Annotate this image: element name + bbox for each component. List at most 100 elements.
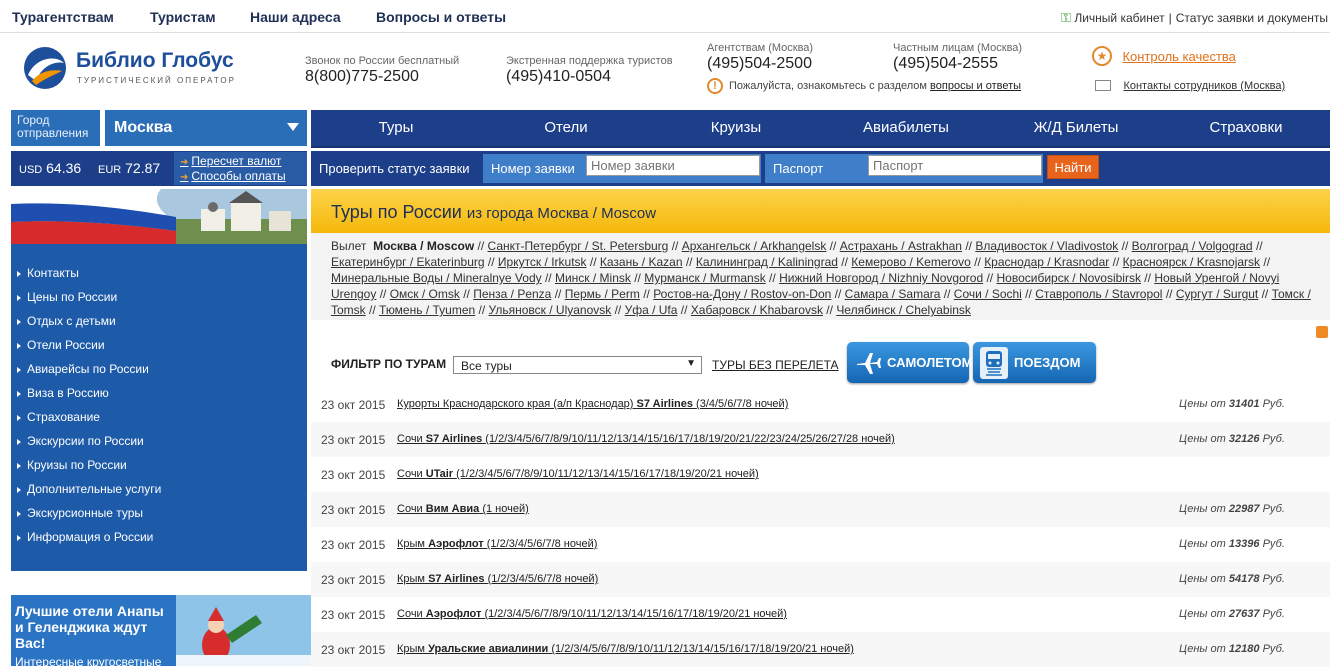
tour-price-value: 54178 <box>1228 573 1260 585</box>
departure-city-link[interactable]: Иркутск / Irkutsk <box>498 255 587 269</box>
tour-filter-select[interactable]: Все туры ▼ <box>453 356 702 374</box>
departure-city-link[interactable]: Минеральные Воды / Mineralnye Vody <box>331 271 542 285</box>
promo-text-2: Интересные кругосветные <box>15 655 162 666</box>
departure-city-link[interactable]: Ростов-на-Дону / Rostov-on-Don <box>653 287 831 301</box>
tour-row: 23 окт 2015 Крым S7 Airlines (1/2/3/4/5/6… <box>311 562 1330 597</box>
departure-city-link[interactable]: Пенза / Penza <box>473 287 551 301</box>
departure-city-link[interactable]: Сочи / Sochi <box>954 287 1022 301</box>
departure-city-link[interactable]: Красноярск / Krasnojarsk <box>1123 255 1260 269</box>
by-plane-label: САМОЛЕТОМ <box>887 355 973 370</box>
departure-city-link[interactable]: Екатеринбург / Ekaterinburg <box>331 255 485 269</box>
logo[interactable]: Библио Глобус ТУРИСТИЧЕСКИЙ ОПЕРАТОР <box>22 45 262 91</box>
tour-price: Цены от 54178 Руб. <box>1179 573 1285 585</box>
staff-contacts-link[interactable]: Контакты сотрудников (Москва) <box>1123 80 1285 92</box>
menu-tours[interactable]: Туры <box>311 119 481 136</box>
chevron-down-icon[interactable] <box>287 123 299 131</box>
departure-city-link[interactable]: Уфа / Ufa <box>625 303 678 317</box>
sidebar-item-hotels[interactable]: Отели России <box>17 338 105 352</box>
departure-city-link[interactable]: Мурманск / Murmansk <box>644 271 765 285</box>
order-number-label: Номер заявки <box>491 161 575 176</box>
departure-city-link[interactable]: Минск / Minsk <box>555 271 631 285</box>
promo-banner[interactable]: Лучшие отели Анапы и Геленджика ждут Вас… <box>11 595 311 666</box>
sidebar-item-insurance[interactable]: Страхование <box>17 410 100 424</box>
quality-control[interactable]: ★ Контроль качества <box>1092 46 1236 66</box>
departure-city-link[interactable]: Санкт-Петербург / St. Petersburg <box>488 239 669 253</box>
departure-city-link[interactable]: Пермь / Perm <box>565 287 640 301</box>
order-status-link[interactable]: Статус заявки и документы <box>1176 11 1328 25</box>
departure-city-link[interactable]: Тюмень / Tyumen <box>379 303 475 317</box>
by-train-button[interactable]: ПОЕЗДОМ <box>973 342 1096 383</box>
quality-control-link[interactable]: Контроль качества <box>1122 49 1235 64</box>
departure-city-link[interactable]: Нижний Новгород / Nizhniy Novgorod <box>779 271 983 285</box>
find-button[interactable]: Найти <box>1047 155 1099 179</box>
departure-city-link[interactable]: Омск / Omsk <box>390 287 460 301</box>
cabinet-link[interactable]: Личный кабинет <box>1074 11 1164 25</box>
departure-city-link[interactable]: Ульяновск / Ulyanovsk <box>489 303 612 317</box>
tour-link[interactable]: Сочи S7 Airlines (1/2/3/4/5/6/7/8/9/10/1… <box>397 433 895 445</box>
sidebar-item-extra-services[interactable]: Дополнительные услуги <box>17 482 161 496</box>
departure-separator: // <box>1140 271 1155 285</box>
tour-link[interactable]: Крым S7 Airlines (1/2/3/4/5/6/7/8 ночей) <box>397 573 598 585</box>
departure-separator: // <box>586 255 600 269</box>
sidebar-item-excursions[interactable]: Экскурсии по России <box>17 434 144 448</box>
tour-link[interactable]: Крым Уральские авиалинии (1/2/3/4/5/6/7/… <box>397 643 854 655</box>
menu-rail[interactable]: Ж/Д Билеты <box>991 119 1161 136</box>
staff-contacts[interactable]: Контакты сотрудников (Москва) <box>1095 77 1285 95</box>
departure-city-link[interactable]: Краснодар / Krasnodar <box>984 255 1109 269</box>
departure-city-link[interactable]: Владивосток / Vladivostok <box>975 239 1118 253</box>
departure-city-selector[interactable]: Город отправления Москва <box>11 110 307 146</box>
sidebar-item-russia-info[interactable]: Информация о России <box>17 530 153 544</box>
departure-city-link[interactable]: Калининград / Kaliningrad <box>696 255 838 269</box>
menu-insurance[interactable]: Страховки <box>1161 119 1330 136</box>
topnav-tourists-link[interactable]: Туристам <box>150 9 216 25</box>
sidebar-item-flights[interactable]: Авиарейсы по России <box>17 362 149 376</box>
menu-hotels[interactable]: Отели <box>481 119 651 136</box>
tour-row: 23 окт 2015 Крым Аэрофлот (1/2/3/4/5/6/7/… <box>311 527 1330 562</box>
sidebar-item-excursion-tours[interactable]: Экскурсионные туры <box>17 506 143 520</box>
menu-flights[interactable]: Авиабилеты <box>821 119 991 136</box>
no-flight-tours-link[interactable]: ТУРЫ БЕЗ ПЕРЕЛЕТА <box>712 358 839 372</box>
departure-separator: // <box>1258 287 1272 301</box>
topnav-faq-link[interactable]: Вопросы и ответы <box>376 9 506 25</box>
topnav-addresses-link[interactable]: Наши адреса <box>250 9 341 25</box>
departure-city-link[interactable]: Волгоград / Volgograd <box>1132 239 1253 253</box>
departure-city-link[interactable]: Хабаровск / Khabarovsk <box>691 303 823 317</box>
bullet-arrow-icon <box>17 342 21 349</box>
tour-link[interactable]: Сочи UTair (1/2/3/4/5/6/7/8/9/10/11/12/1… <box>397 468 759 480</box>
tour-link[interactable]: Крым Аэрофлот (1/2/3/4/5/6/7/8 ночей) <box>397 538 597 550</box>
departure-city-link[interactable]: Ставрополь / Stavropol <box>1035 287 1162 301</box>
departure-city-link[interactable]: Архангельск / Arkhangelsk <box>682 239 827 253</box>
sidebar-item-prices[interactable]: Цены по России <box>17 290 117 304</box>
departure-separator: // <box>639 287 654 301</box>
tour-nights: (1/2/3/4/5/6/7/8/9/10/11/12/13/14/15/16/… <box>485 433 895 445</box>
bullet-arrow-icon <box>17 390 21 397</box>
departure-city-link[interactable]: Сургут / Surgut <box>1176 287 1258 301</box>
departure-separator: // <box>822 303 837 317</box>
passport-input[interactable] <box>868 155 1042 176</box>
departure-city-link[interactable]: Новосибирск / Novosibirsk <box>996 271 1140 285</box>
by-plane-button[interactable]: САМОЛЕТОМ <box>847 342 973 383</box>
sidebar-item-contacts[interactable]: Контакты <box>17 266 79 280</box>
departure-label: Вылет <box>331 239 367 253</box>
order-number-input[interactable] <box>586 155 760 176</box>
departure-city-link[interactable]: Челябинск / Chelyabinsk <box>836 303 971 317</box>
payment-methods-link[interactable]: ➜ Способы оплаты <box>180 169 286 183</box>
sidebar-item-kids[interactable]: Отдых с детьми <box>17 314 116 328</box>
faq-notice-link[interactable]: вопросы и ответы <box>930 80 1021 92</box>
departure-city-link[interactable]: Астрахань / Astrakhan <box>840 239 962 253</box>
rss-icon[interactable] <box>1316 326 1328 338</box>
sidebar-item-visa[interactable]: Виза в Россию <box>17 386 109 400</box>
tour-link[interactable]: Сочи Аэрофлот (1/2/3/4/5/6/7/8/9/10/11/1… <box>397 608 787 620</box>
departure-city-link[interactable]: Кемерово / Kemerovo <box>851 255 971 269</box>
departure-separator: // <box>1162 287 1176 301</box>
menu-cruises[interactable]: Круизы <box>651 119 821 136</box>
topnav-agencies-link[interactable]: Турагентствам <box>12 9 114 25</box>
filter-label: ФИЛЬТР ПО ТУРАМ <box>331 357 447 371</box>
tour-link[interactable]: Курорты Краснодарского края (а/п Краснод… <box>397 398 788 410</box>
tour-link[interactable]: Сочи Вим Авиа (1 ночей) <box>397 503 529 515</box>
currency-recalc-link[interactable]: ➜ Пересчет валют <box>180 154 281 168</box>
tour-price-label: Цены от <box>1179 608 1226 620</box>
sidebar-item-cruises[interactable]: Круизы по России <box>17 458 127 472</box>
departure-city-link[interactable]: Казань / Kazan <box>600 255 683 269</box>
departure-city-link[interactable]: Самара / Samara <box>845 287 941 301</box>
